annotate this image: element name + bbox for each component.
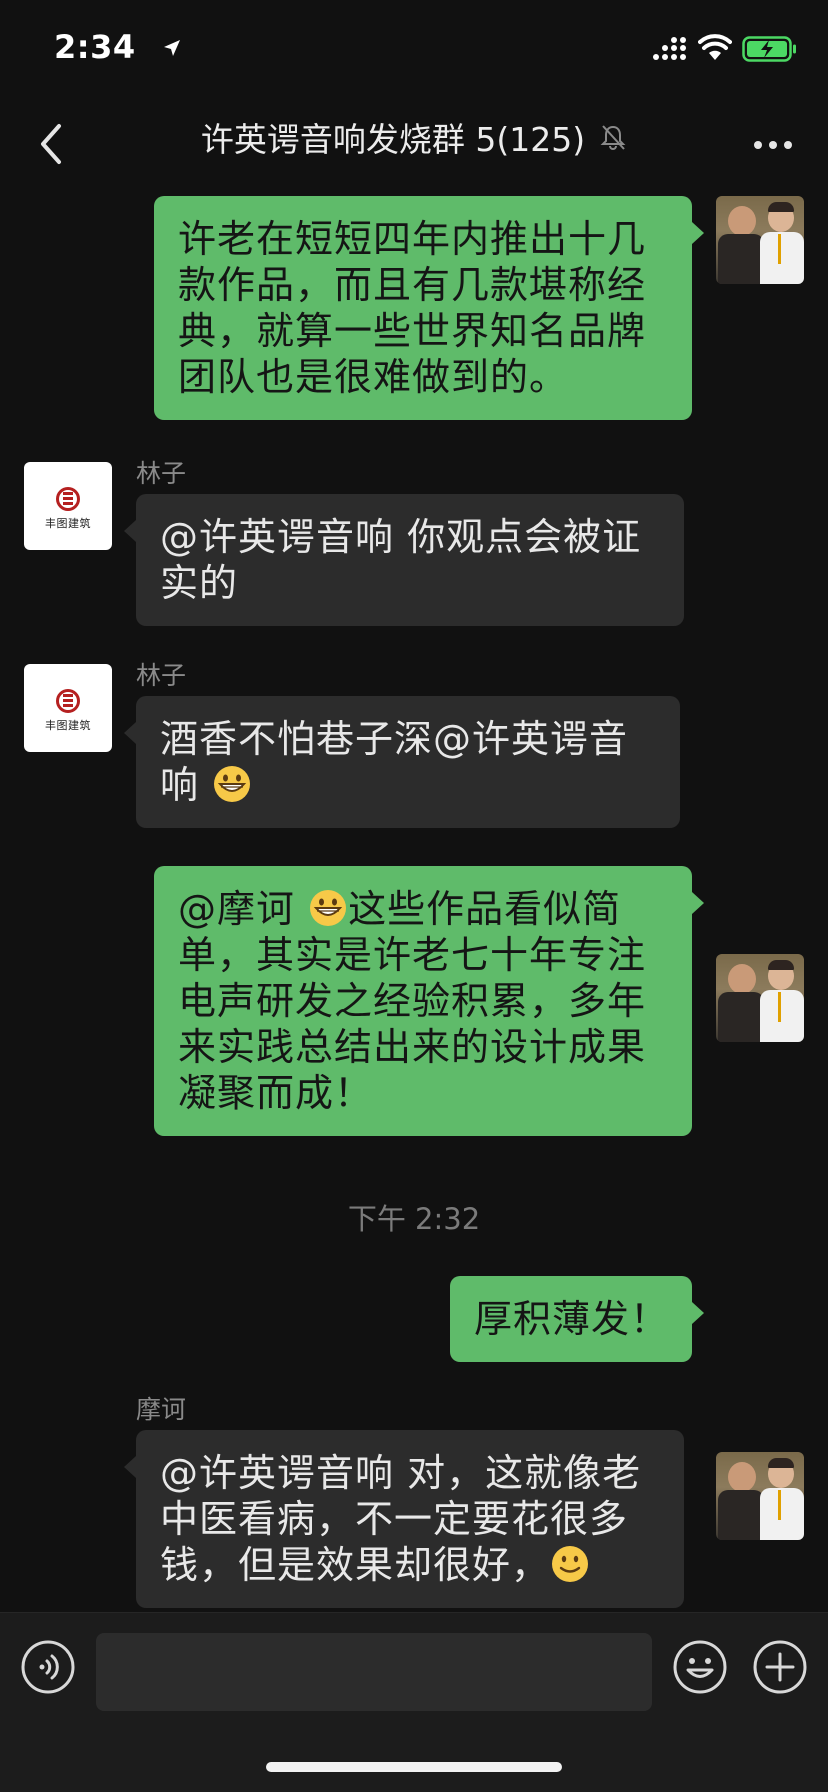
logo-seal-icon [56,486,80,511]
self-avatar[interactable] [716,196,804,284]
wifi-icon [698,34,732,60]
avatar-logo-text: 丰图建筑 [45,718,91,732]
sender-avatar-linzi[interactable]: 丰图建筑 [24,462,112,550]
avatar-logo-text: 丰图建筑 [45,516,91,530]
message-timestamp: 下午 2:32 [347,1202,481,1236]
more-functions-plus-icon[interactable] [752,1639,808,1695]
chat-title-group: 许英谔音响发烧群 5(125) [100,112,728,162]
sender-name: 林子 [136,459,187,488]
message-bubble-outgoing[interactable]: @摩诃 这些作品看似简单，其实是许老七十年专注电声研发之经验积累，多年来实践总结… [154,866,704,1136]
message-input[interactable] [96,1633,652,1711]
grinning-face-emoji-icon [310,890,347,926]
status-time: 2:34 [54,28,136,66]
message-text: @摩诃 [178,887,309,931]
home-indicator[interactable] [266,1762,562,1772]
chat-title: 许英谔音响发烧群 5(125) [200,120,586,159]
message-bubble-outgoing[interactable]: 许老在短短四年内推出十几款作品，而且有几款堪称经典，就算一些世界知名品牌团队也是… [154,196,704,420]
message-text: @许英谔音响 你观点会被证实的 [160,515,642,605]
self-avatar[interactable] [716,1452,804,1540]
chat-screen: 2:34 许英谔音响发烧群 5(125) 许老在短短四年内推出十几款作品，而且有… [0,0,828,1792]
voice-input-icon[interactable] [20,1639,76,1695]
location-arrow-icon [164,40,180,56]
message-bubble-incoming[interactable]: @许英谔音响 对，这就像老中医看病，不一定要花很多钱，但是效果却很好， [124,1430,684,1608]
logo-seal-icon [56,688,80,713]
sender-avatar-linzi[interactable]: 丰图建筑 [24,664,112,752]
message-text: 许老在短短四年内推出十几款作品，而且有几款堪称经典，就算一些世界知名品牌团队也是… [178,217,647,399]
sender-name: 林子 [136,661,187,690]
emoji-picker-icon[interactable] [672,1639,728,1695]
sender-name: 摩诃 [136,1395,187,1424]
message-text: 厚积薄发！ [474,1297,670,1341]
message-bubble-incoming[interactable]: 酒香不怕巷子深@许英谔音响 [124,696,680,828]
back-arrow-icon[interactable] [26,114,76,174]
status-bar: 2:34 [0,0,828,100]
nav-bar: 许英谔音响发烧群 5(125) [0,100,828,200]
message-bubble-incoming[interactable]: @许英谔音响 你观点会被证实的 [124,494,684,626]
self-avatar[interactable] [716,954,804,1042]
more-options-icon[interactable] [748,120,798,170]
grinning-face-emoji-icon [214,766,251,802]
battery-charging-icon [742,36,796,62]
smiling-face-emoji-icon [552,1546,589,1582]
muted-bell-icon [600,125,626,150]
cellular-signal-icon [653,37,686,60]
message-bubble-outgoing[interactable]: 厚积薄发！ [450,1276,704,1362]
